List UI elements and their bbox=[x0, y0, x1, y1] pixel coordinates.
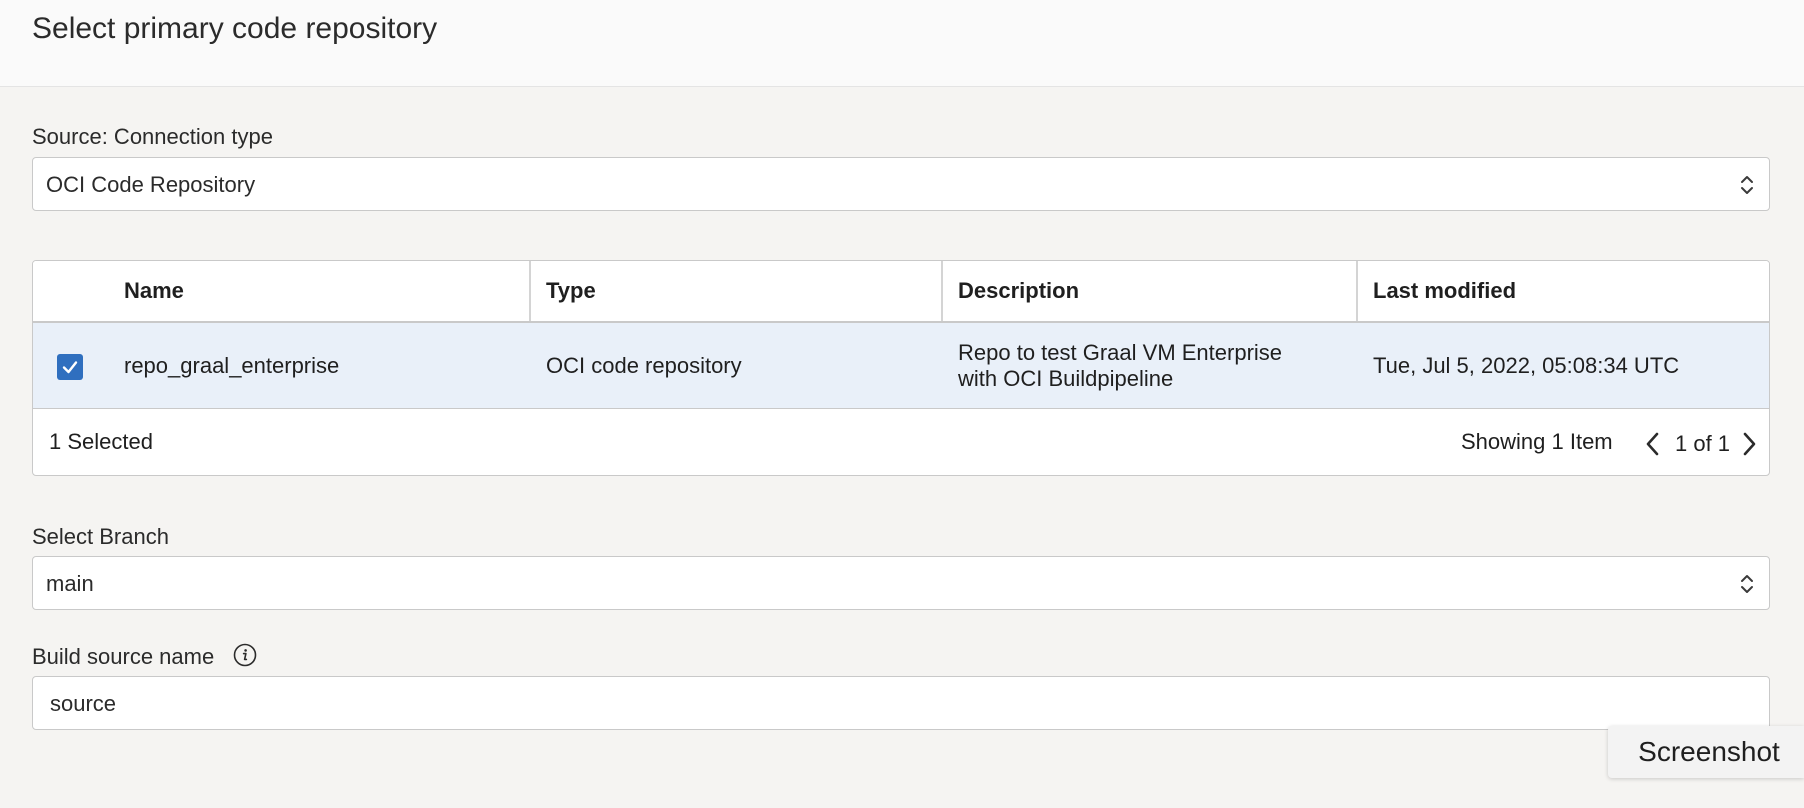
column-header-last-modified[interactable]: Last modified bbox=[1373, 261, 1516, 321]
repo-last-modified: Tue, Jul 5, 2022, 05:08:34 UTC bbox=[1373, 353, 1680, 378]
repo-description-line1: Repo to test Graal VM Enterprise bbox=[958, 340, 1283, 365]
repo-description-line2: with OCI Buildpipeline bbox=[958, 366, 1174, 391]
select-updown-icon bbox=[1741, 176, 1753, 194]
table-footer: 1 Selected Showing 1 Item 1 of 1 bbox=[33, 409, 1769, 475]
column-header-name[interactable]: Name bbox=[124, 261, 184, 321]
column-header-type[interactable]: Type bbox=[546, 261, 596, 321]
connection-type-label: Source: Connection type bbox=[32, 124, 273, 149]
table-row[interactable]: repo_graal_enterprise OCI code repositor… bbox=[33, 323, 1769, 409]
branch-select[interactable]: main bbox=[32, 556, 1770, 610]
select-updown-icon bbox=[1741, 575, 1753, 593]
checkmark-icon bbox=[62, 361, 78, 374]
previous-page-icon[interactable] bbox=[1643, 429, 1663, 459]
branch-label: Select Branch bbox=[32, 524, 169, 549]
page: Select primary code repository Source: C… bbox=[0, 0, 1804, 808]
selected-count: 1 Selected bbox=[49, 429, 153, 454]
branch-value: main bbox=[46, 571, 94, 596]
build-source-input[interactable]: source bbox=[32, 676, 1770, 730]
column-divider[interactable] bbox=[529, 261, 531, 321]
column-divider[interactable] bbox=[1356, 261, 1358, 321]
column-divider[interactable] bbox=[941, 261, 943, 321]
connection-type-select[interactable]: OCI Code Repository bbox=[32, 157, 1770, 211]
page-title: Select primary code repository bbox=[32, 12, 438, 45]
repo-type: OCI code repository bbox=[546, 353, 742, 378]
dialog-header: Select primary code repository bbox=[0, 0, 1804, 87]
connection-type-value: OCI Code Repository bbox=[46, 172, 256, 197]
build-source-value: source bbox=[50, 691, 117, 716]
column-header-description[interactable]: Description bbox=[958, 261, 1079, 321]
showing-count: Showing 1 Item bbox=[1461, 429, 1613, 454]
screenshot-button[interactable]: Screenshot bbox=[1608, 726, 1804, 778]
row-select-checkbox[interactable] bbox=[57, 354, 83, 380]
info-icon[interactable] bbox=[233, 643, 257, 667]
build-source-label: Build source name bbox=[32, 644, 215, 669]
page-indicator: 1 of 1 bbox=[1675, 431, 1731, 456]
repository-table: Name Type Description Last modified repo… bbox=[32, 260, 1770, 476]
repo-name[interactable]: repo_graal_enterprise bbox=[124, 353, 339, 379]
next-page-icon[interactable] bbox=[1739, 429, 1759, 459]
table-header: Name Type Description Last modified bbox=[33, 261, 1769, 323]
